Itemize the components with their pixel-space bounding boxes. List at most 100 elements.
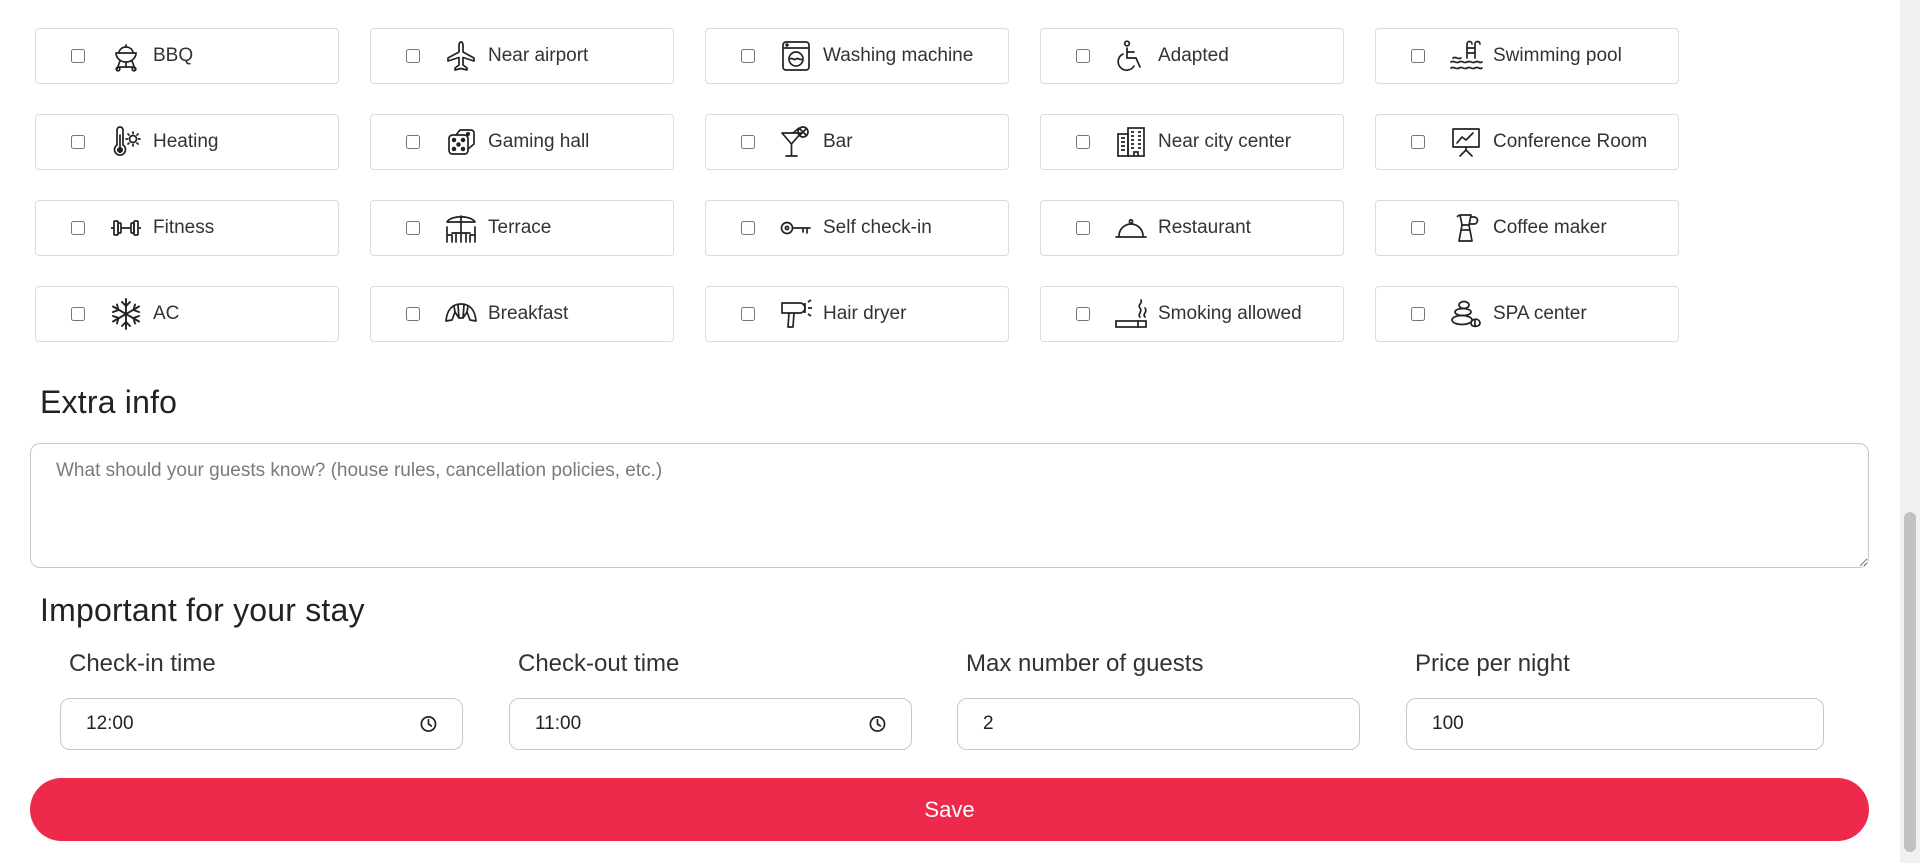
amenity-checkbox[interactable] <box>71 221 85 235</box>
checkin-time-field: Check-in time <box>60 650 463 750</box>
amenity-option[interactable]: AC <box>35 286 339 342</box>
amenity-label: Heating <box>153 131 219 152</box>
dumbbell-icon <box>109 211 143 245</box>
amenity-option[interactable]: Adapted <box>1040 28 1344 84</box>
max-guests-input[interactable] <box>957 698 1360 750</box>
amenity-checkbox[interactable] <box>406 135 420 149</box>
amenity-option[interactable]: Hair dryer <box>705 286 1009 342</box>
amenity-checkbox[interactable] <box>1411 221 1425 235</box>
food-cloche-icon <box>1114 211 1148 245</box>
presentation-board-icon <box>1449 125 1483 159</box>
amenity-option[interactable]: Restaurant <box>1040 200 1344 256</box>
amenity-label: Smoking allowed <box>1158 303 1302 324</box>
washing-machine-icon <box>779 39 813 73</box>
amenity-checkbox[interactable] <box>406 221 420 235</box>
amenity-checkbox[interactable] <box>741 307 755 321</box>
checkout-time-field: Check-out time <box>509 650 912 750</box>
amenity-checkbox[interactable] <box>71 49 85 63</box>
wheelchair-icon <box>1114 39 1148 73</box>
amenity-checkbox[interactable] <box>741 49 755 63</box>
amenity-checkbox[interactable] <box>741 221 755 235</box>
amenity-label: Adapted <box>1158 45 1229 66</box>
amenity-option[interactable]: Gaming hall <box>370 114 674 170</box>
amenity-checkbox[interactable] <box>1411 307 1425 321</box>
price-per-night-input[interactable] <box>1406 698 1824 750</box>
checkout-time-label: Check-out time <box>518 650 680 677</box>
amenity-label: Hair dryer <box>823 303 907 324</box>
amenity-checkbox[interactable] <box>71 307 85 321</box>
terrace-umbrella-table-icon <box>444 211 478 245</box>
amenity-option[interactable]: Conference Room <box>1375 114 1679 170</box>
amenity-checkbox[interactable] <box>406 49 420 63</box>
amenity-checkbox[interactable] <box>1076 221 1090 235</box>
amenity-checkbox[interactable] <box>741 135 755 149</box>
amenity-option[interactable]: Near city center <box>1040 114 1344 170</box>
cigarette-icon <box>1114 297 1148 331</box>
amenity-option[interactable]: Self check-in <box>705 200 1009 256</box>
amenity-label: Gaming hall <box>488 131 590 152</box>
amenity-label: Swimming pool <box>1493 45 1622 66</box>
clock-icon[interactable] <box>868 714 887 734</box>
thermometer-icon <box>109 125 143 159</box>
spa-stones-icon <box>1449 297 1483 331</box>
snowflake-icon <box>109 297 143 331</box>
listing-edit-page: BBQ Near airport Washing machine Adapted Swi… <box>0 0 1920 863</box>
page-scrollbar[interactable] <box>1900 0 1920 863</box>
extra-info-textarea[interactable] <box>30 443 1869 568</box>
amenity-option[interactable]: Terrace <box>370 200 674 256</box>
amenities-grid: BBQ Near airport Washing machine Adapted Swi… <box>35 28 1679 342</box>
key-icon <box>779 211 813 245</box>
amenity-label: Bar <box>823 131 853 152</box>
amenity-option[interactable]: Swimming pool <box>1375 28 1679 84</box>
checkin-time-label: Check-in time <box>69 650 216 677</box>
amenity-label: Coffee maker <box>1493 217 1607 238</box>
checkin-time-input[interactable] <box>60 698 463 750</box>
amenity-checkbox[interactable] <box>1076 49 1090 63</box>
amenity-checkbox[interactable] <box>1076 307 1090 321</box>
amenity-label: Near airport <box>488 45 589 66</box>
amenity-checkbox[interactable] <box>1411 49 1425 63</box>
amenity-option[interactable]: Heating <box>35 114 339 170</box>
price-per-night-field: Price per night <box>1406 650 1824 750</box>
amenity-label: SPA center <box>1493 303 1587 324</box>
amenity-checkbox[interactable] <box>1076 135 1090 149</box>
airplane-icon <box>444 39 478 73</box>
amenity-label: Conference Room <box>1493 131 1648 152</box>
moka-pot-icon <box>1449 211 1483 245</box>
amenity-label: Fitness <box>153 217 215 238</box>
important-for-stay-title: Important for your stay <box>40 592 365 628</box>
amenity-label: Breakfast <box>488 303 569 324</box>
amenity-option[interactable]: Smoking allowed <box>1040 286 1344 342</box>
croissant-icon <box>444 297 478 331</box>
amenity-option[interactable]: BBQ <box>35 28 339 84</box>
amenity-option[interactable]: Coffee maker <box>1375 200 1679 256</box>
amenity-checkbox[interactable] <box>406 307 420 321</box>
save-button[interactable]: Save <box>30 778 1869 841</box>
amenity-label: Washing machine <box>823 45 974 66</box>
checkout-time-value[interactable] <box>535 713 869 735</box>
amenity-option[interactable]: Fitness <box>35 200 339 256</box>
checkout-time-input[interactable] <box>509 698 912 750</box>
amenity-label: Restaurant <box>1158 217 1251 238</box>
amenity-checkbox[interactable] <box>71 135 85 149</box>
max-guests-field: Max number of guests <box>957 650 1360 750</box>
max-guests-label: Max number of guests <box>966 650 1204 677</box>
checkin-time-value[interactable] <box>86 713 420 735</box>
amenity-option[interactable]: Near airport <box>370 28 674 84</box>
max-guests-value[interactable] <box>983 713 1335 735</box>
amenity-option[interactable]: Bar <box>705 114 1009 170</box>
price-per-night-value[interactable] <box>1432 713 1799 735</box>
clock-icon[interactable] <box>419 714 438 734</box>
extra-info-title: Extra info <box>40 384 178 420</box>
amenity-option[interactable]: Breakfast <box>370 286 674 342</box>
cocktail-glass-icon <box>779 125 813 159</box>
amenity-checkbox[interactable] <box>1411 135 1425 149</box>
city-building-icon <box>1114 125 1148 159</box>
amenity-label: BBQ <box>153 45 194 66</box>
amenity-label: Near city center <box>1158 131 1292 152</box>
hair-dryer-icon <box>779 297 813 331</box>
amenity-option[interactable]: Washing machine <box>705 28 1009 84</box>
amenity-label: AC <box>153 303 180 324</box>
amenity-option[interactable]: SPA center <box>1375 286 1679 342</box>
scrollbar-thumb[interactable] <box>1904 512 1916 852</box>
